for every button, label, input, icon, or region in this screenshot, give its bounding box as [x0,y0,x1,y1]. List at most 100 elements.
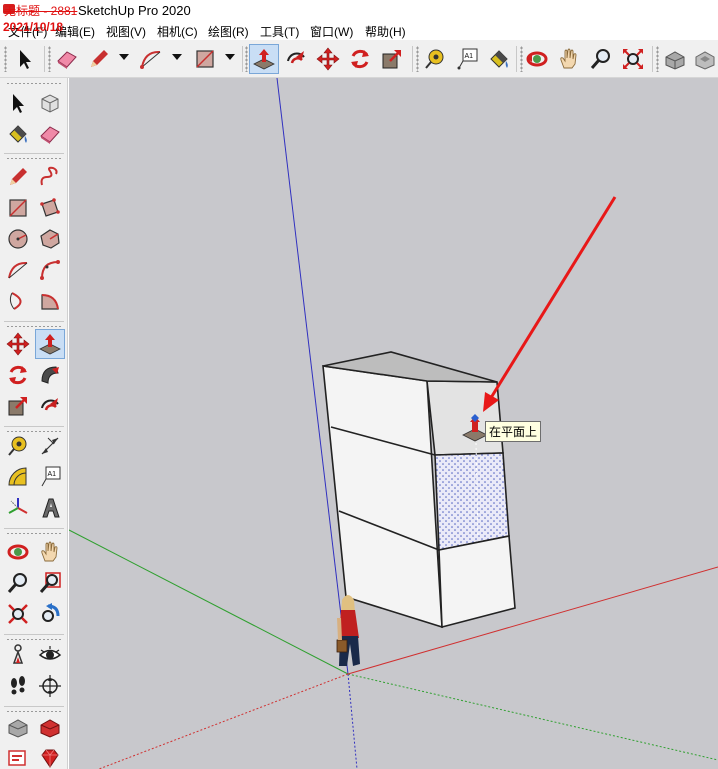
freehand-tool-button[interactable] [35,162,65,192]
rotate-tool-button[interactable] [345,44,375,74]
freehand-icon [40,166,58,186]
line-tool-button[interactable] [3,162,33,192]
two-point-arc-icon [40,260,60,280]
pan-tool-button[interactable] [554,44,584,74]
rotated-rectangle-tool-button[interactable] [35,193,65,223]
zoom-tool-button[interactable] [586,44,616,74]
zoom-tool-button[interactable] [3,568,33,598]
rectangle-tool-button[interactable] [190,44,220,74]
extension-warehouse-button[interactable] [690,44,718,74]
model-scene[interactable] [69,78,718,769]
push-pull-tool-button[interactable] [249,44,279,74]
eraser-tool-button[interactable] [35,119,65,149]
toolbar-grip[interactable] [6,532,62,535]
arc-tool-button[interactable] [136,44,166,74]
arrow-cursor-icon [20,50,31,69]
toolbar-grip[interactable] [656,46,659,72]
line-tool-button[interactable] [84,44,114,74]
text-tool-button[interactable]: A1 [452,44,482,74]
zoom-extents-tool-button[interactable] [3,599,33,629]
rectangle-icon [196,50,214,68]
line-tool-dropdown[interactable] [119,54,129,60]
tape-measure-tool-button[interactable] [420,44,450,74]
menu-view[interactable]: 视图(V) [106,23,146,40]
three-point-arc-tool-button[interactable] [3,286,33,316]
component-icon [41,94,59,113]
select-tool-button[interactable] [3,88,33,118]
arc-icon [140,50,161,69]
3d-text-tool-button[interactable] [35,493,65,523]
warehouse-icon [665,51,685,70]
dimension-tool-button[interactable] [35,431,65,461]
paint-bucket-icon [9,125,27,143]
zoom-extents-icon [8,604,28,624]
position-camera-tool-button[interactable] [3,640,33,670]
text-tool-label: A1 [465,53,474,60]
rectangle-tool-button[interactable] [3,193,33,223]
pencil-icon [91,50,108,67]
rotate-tool-button[interactable] [3,360,33,390]
push-pull-tool-button[interactable] [35,329,65,359]
model-viewport[interactable]: 在平面上 [69,78,718,769]
toolbar-grip[interactable] [6,82,62,85]
section-plane-tool-button[interactable] [35,671,65,701]
select-tool-button[interactable] [10,44,40,74]
arc-tool-button[interactable] [3,255,33,285]
paint-bucket-tool-button[interactable] [484,44,514,74]
warehouse-button[interactable] [3,712,33,742]
text-icon: A1 [41,466,61,487]
offset-tool-button[interactable] [281,44,311,74]
previous-view-button[interactable] [35,599,65,629]
box-side-face-lower[interactable] [438,535,516,629]
toolbar-grip[interactable] [6,325,62,328]
make-component-button[interactable] [35,88,65,118]
menu-camera[interactable]: 相机(C) [157,23,198,40]
toolbar-grip[interactable] [245,46,248,72]
box-side-face-upper[interactable] [426,380,504,456]
menu-draw[interactable]: 绘图(R) [208,23,249,40]
move-tool-button[interactable] [3,329,33,359]
hand-icon [560,48,577,69]
offset-tool-button[interactable] [35,391,65,421]
eraser-tool-button[interactable] [52,44,82,74]
box-side-face-highlighted[interactable] [434,452,510,551]
pie-tool-button[interactable] [35,286,65,316]
look-around-tool-button[interactable] [35,640,65,670]
toolbar-grip[interactable] [416,46,419,72]
toolbar-grip[interactable] [6,157,62,160]
layout-button[interactable] [3,743,33,769]
scale-tool-button[interactable] [377,44,407,74]
warehouse-button[interactable] [660,44,690,74]
toolbar-grip[interactable] [48,46,51,72]
arc-tool-dropdown[interactable] [172,54,182,60]
zoom-window-tool-button[interactable] [35,568,65,598]
move-tool-button[interactable] [313,44,343,74]
axes-tool-button[interactable] [3,493,33,523]
text-tool-button[interactable]: A1 [35,462,65,492]
scale-tool-button[interactable] [3,391,33,421]
protractor-tool-button[interactable] [3,462,33,492]
zoom-extents-tool-button[interactable] [618,44,648,74]
menu-help[interactable]: 帮助(H) [365,23,406,40]
rotated-rectangle-icon [40,198,60,217]
walk-tool-button[interactable] [3,671,33,701]
tape-measure-tool-button[interactable] [3,431,33,461]
rectangle-tool-dropdown[interactable] [225,54,235,60]
two-point-arc-tool-button[interactable] [35,255,65,285]
circle-tool-button[interactable] [3,224,33,254]
toolbar-grip[interactable] [4,46,7,72]
text-icon: A1 [457,48,478,70]
paint-bucket-tool-button[interactable] [3,119,33,149]
share-model-button[interactable] [35,712,65,742]
hand-icon [41,541,58,562]
follow-me-tool-button[interactable] [35,360,65,390]
orbit-tool-button[interactable] [3,537,33,567]
inference-tooltip: 在平面上 [485,421,542,442]
pan-tool-button[interactable] [35,537,65,567]
extension-manager-button[interactable] [35,743,65,769]
menu-window[interactable]: 窗口(W) [310,23,353,40]
orbit-tool-button[interactable] [522,44,552,74]
polygon-tool-button[interactable] [35,224,65,254]
menu-tools[interactable]: 工具(T) [260,23,299,40]
box-front-face[interactable] [322,365,443,629]
